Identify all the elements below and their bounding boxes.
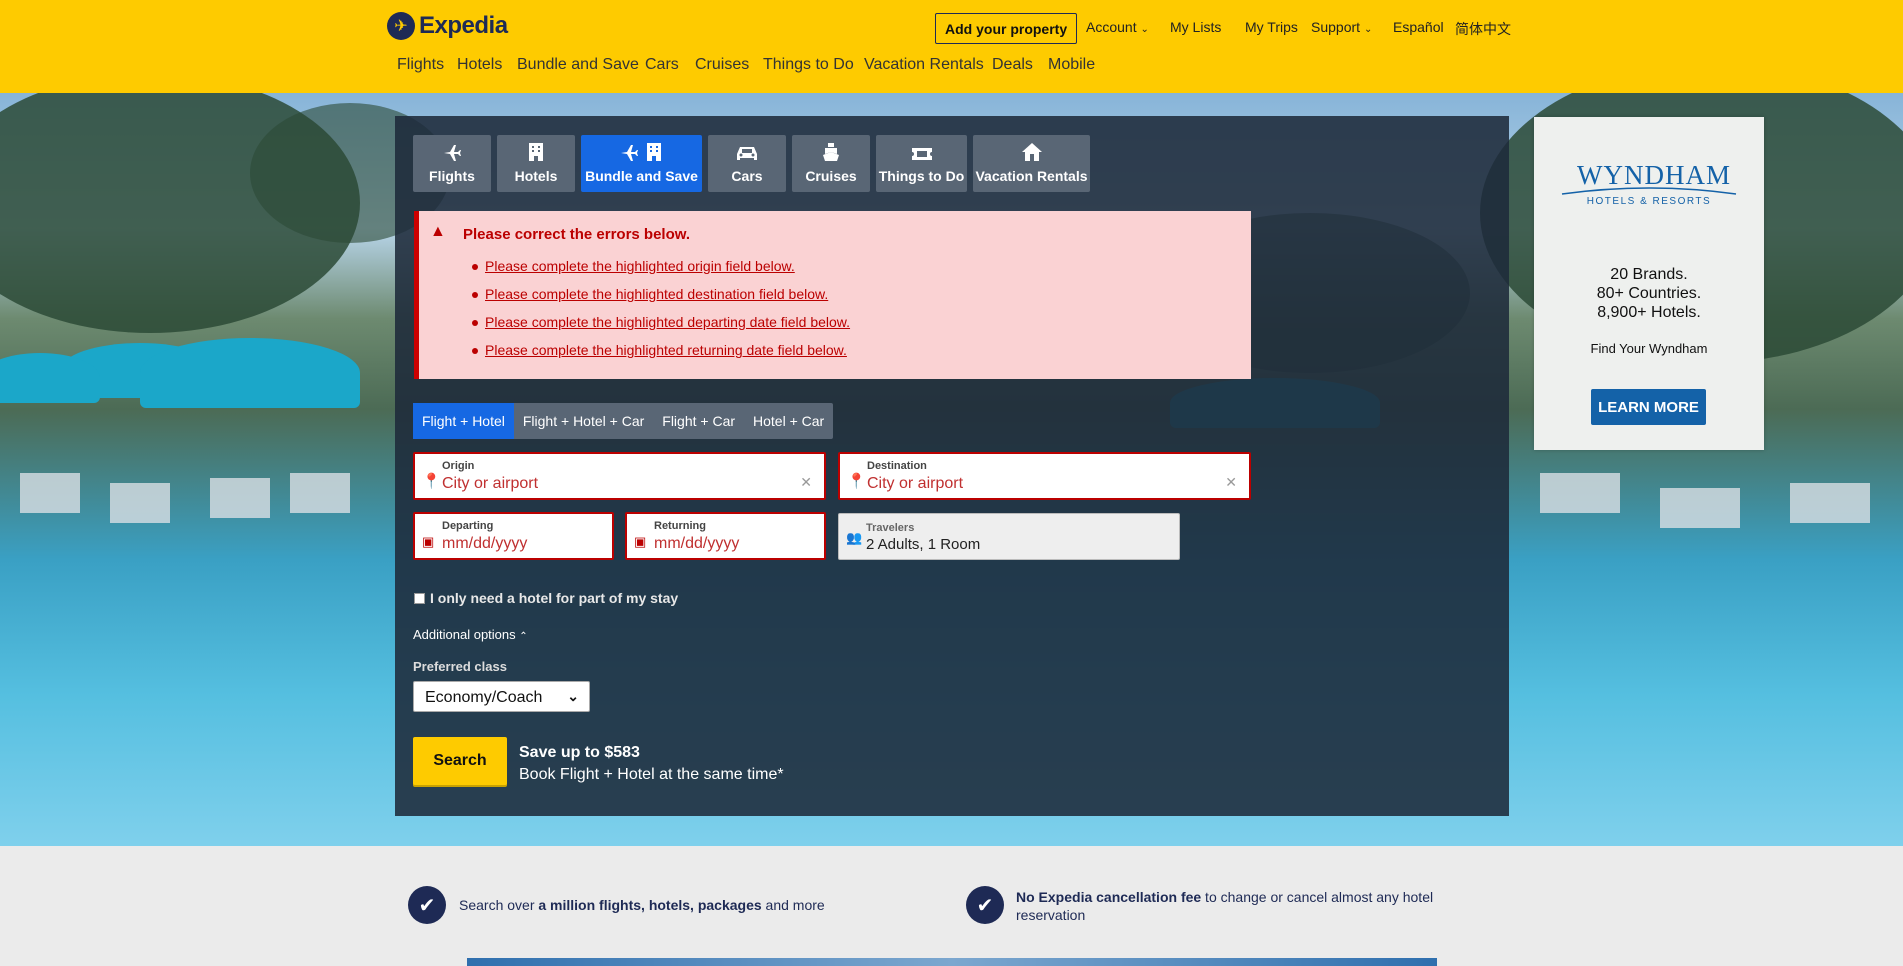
ad-brand-sub: HOTELS & RESORTS [1586,196,1712,207]
nav-deals[interactable]: Deals [992,56,1033,74]
tab-things-to-do[interactable]: Things to Do [876,135,967,192]
bundle-icon [620,143,661,161]
nav-vacation-rentals[interactable]: Vacation Rentals [864,56,984,74]
calendar-icon: ▣ [422,534,435,549]
chinese-link[interactable]: 简体中文 [1455,19,1511,39]
preferred-class-select[interactable]: Economy/Coach ⌄ [413,681,590,712]
nav-things-to-do[interactable]: Things to Do [763,56,854,74]
ad-line: 80+ Countries. [1596,285,1702,302]
tab-hotels[interactable]: Hotels [497,135,575,192]
expedia-logo[interactable]: ✈ Expedia [387,12,508,40]
feature-cancellation-text: No Expedia cancellation fee to change or… [1016,889,1434,923]
returning-field[interactable]: ▣ Returning mm/dd/yyyy [625,512,826,560]
origin-field[interactable]: 📍 Origin City or airport ✕ [413,452,826,500]
returning-input[interactable]: mm/dd/yyyy [654,535,739,553]
feature-search-text: Search over a million flights, hotels, p… [459,897,825,913]
promo-banner-strip [467,958,1437,966]
travelers-field[interactable]: 👥 Travelers 2 Adults, 1 Room [838,513,1180,560]
map-pin-icon: 📍 [847,473,866,490]
clear-icon[interactable]: ✕ [1225,474,1237,491]
search-button[interactable]: Search [413,737,507,785]
person-icon: 👥 [846,530,863,545]
additional-options-toggle[interactable]: Additional options ⌃ [413,627,528,642]
my-lists-link[interactable]: My Lists [1170,19,1221,35]
checkmark-icon: ✔ [408,886,446,924]
tab-cars[interactable]: Cars [708,135,786,192]
partial-stay-label[interactable]: I only need a hotel for part of my stay [430,590,678,606]
origin-input[interactable]: City or airport [442,475,538,493]
house-icon [1021,143,1042,161]
destination-input[interactable]: City or airport [867,475,963,493]
nav-bundle-and-save[interactable]: Bundle and Save [517,56,639,74]
ad-tagline: Find Your Wyndham [1590,341,1708,356]
chevron-down-icon: ⌄ [567,688,579,704]
globe-plane-icon: ✈ [387,12,415,40]
ship-icon [823,143,839,161]
promo-title: Save up to $583 [519,744,640,761]
chevron-down-icon: ⌄ [1140,24,1149,35]
chevron-up-icon: ⌃ [519,631,528,642]
departing-field[interactable]: ▣ Departing mm/dd/yyyy [413,512,614,560]
calendar-icon: ▣ [634,534,647,549]
preferred-class-label: Preferred class [413,659,507,674]
tab-cruises[interactable]: Cruises [792,135,870,192]
ad-line: 8,900+ Hotels. [1597,304,1701,321]
nav-hotels[interactable]: Hotels [457,56,502,74]
tab-bundle-and-save[interactable]: Bundle and Save [581,135,702,192]
ticket-icon [911,148,932,160]
package-type-tabs: Flight + Hotel Flight + Hotel + Car Flig… [413,403,834,439]
partial-stay-checkbox[interactable] [414,593,425,604]
subtab-flight-hotel[interactable]: Flight + Hotel [413,403,514,439]
error-link-departing[interactable]: Please complete the highlighted departin… [472,314,850,330]
map-pin-icon: 📍 [422,473,441,490]
chevron-down-icon: ⌄ [1363,24,1373,35]
warning-icon: ▲ [430,223,446,240]
espanol-link[interactable]: Español [1393,19,1444,35]
subtab-flight-car[interactable]: Flight + Car [653,403,744,439]
nav-cruises[interactable]: Cruises [695,56,749,74]
departing-input[interactable]: mm/dd/yyyy [442,535,527,553]
error-link-destination[interactable]: Please complete the highlighted destinat… [472,286,828,302]
tab-flights[interactable]: Flights [413,135,491,192]
error-link-returning[interactable]: Please complete the highlighted returnin… [472,342,847,358]
nav-cars[interactable]: Cars [645,56,679,74]
ad-logo-swoosh [1561,187,1737,195]
destination-field[interactable]: 📍 Destination City or airport ✕ [838,452,1251,500]
my-trips-link[interactable]: My Trips [1245,19,1298,35]
plane-icon [444,145,461,161]
promo-subtitle: Book Flight + Hotel at the same time* [519,766,784,783]
subtab-hotel-car[interactable]: Hotel + Car [744,403,833,439]
tab-vacation-rentals[interactable]: Vacation Rentals [973,135,1090,192]
building-icon [529,143,543,161]
error-title: Please correct the errors below. [463,226,691,243]
learn-more-button[interactable]: LEARN MORE [1591,389,1706,425]
subtab-flight-hotel-car[interactable]: Flight + Hotel + Car [514,403,653,439]
checkmark-icon: ✔ [966,886,1004,924]
nav-mobile[interactable]: Mobile [1048,56,1095,74]
account-menu[interactable]: Account ⌄ [1086,19,1149,35]
ad-line: 20 Brands. [1610,266,1688,283]
support-menu[interactable]: Support ⌄ [1311,19,1372,35]
clear-icon[interactable]: ✕ [800,474,812,491]
nav-flights[interactable]: Flights [397,56,444,74]
car-icon [737,147,757,160]
add-property-button[interactable]: Add your property [935,13,1078,44]
error-link-origin[interactable]: Please complete the highlighted origin f… [472,258,795,274]
